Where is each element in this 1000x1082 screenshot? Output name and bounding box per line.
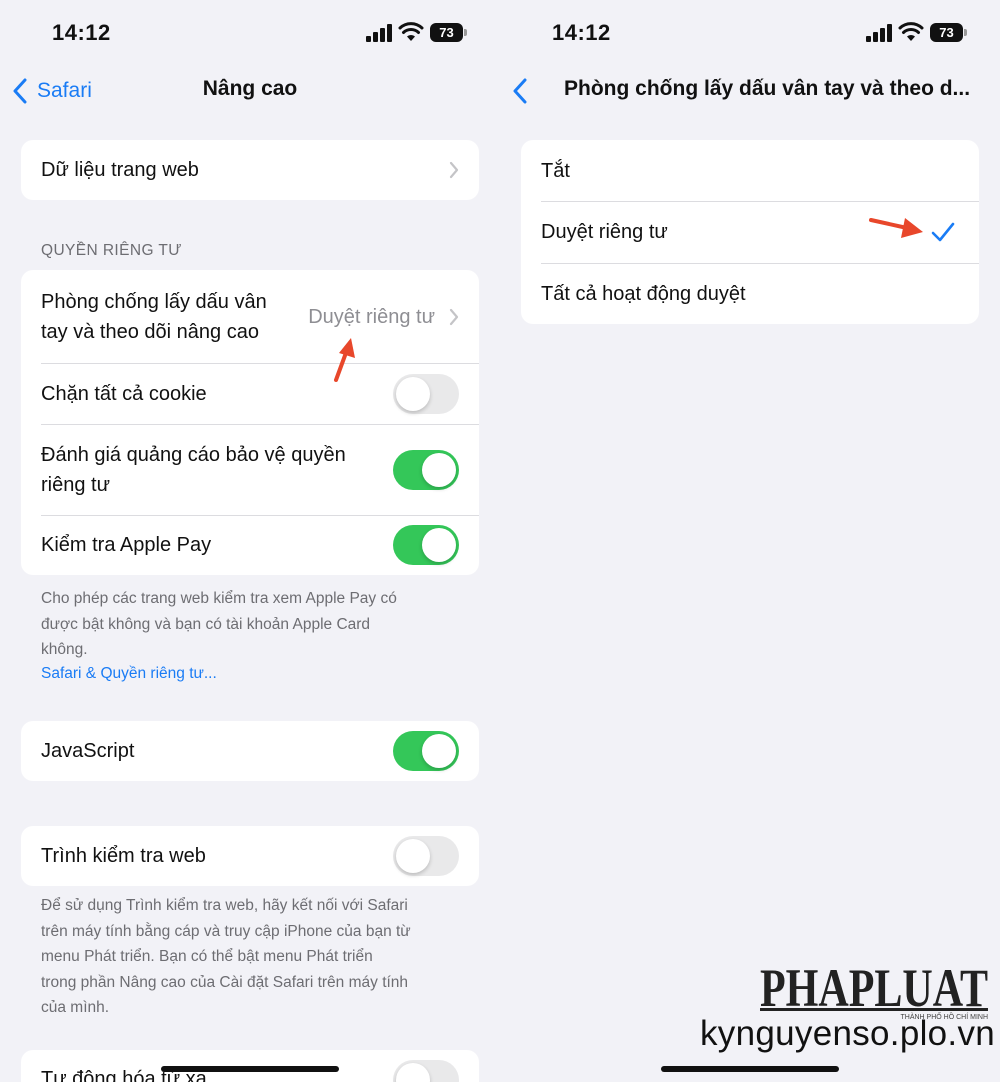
- option-label: Tất cả hoạt động duyệt: [541, 282, 746, 305]
- footer-line: không.: [41, 641, 88, 658]
- apple-pay-check-row: Kiểm tra Apple Pay: [21, 515, 479, 575]
- page-title: Phòng chống lấy dấu vân tay và theo d...: [564, 77, 971, 100]
- footer-line: được bật không và bạn có tài khoản Apple…: [41, 615, 371, 633]
- ad-measurement-label: Đánh giá quảng cáo bảo vệ quyền riêng tư: [41, 440, 346, 500]
- cellular-signal-icon: [866, 24, 892, 42]
- option-label: Tắt: [541, 159, 570, 182]
- block-cookies-row: Chặn tất cả cookie: [21, 363, 479, 424]
- footer-line: Để sử dụng Trình kiểm tra web, hãy kết n…: [41, 897, 408, 914]
- website-data-label: Dữ liệu trang web: [41, 159, 199, 181]
- apple-pay-footer: Cho phép các trang web kiểm tra xem Appl…: [41, 586, 461, 663]
- ad-measurement-row: Đánh giá quảng cáo bảo vệ quyền riêng tư: [21, 424, 479, 515]
- battery-level: 73: [430, 23, 463, 42]
- battery-icon: 73: [430, 23, 468, 42]
- annotation-arrow-icon: [334, 338, 355, 382]
- fingerprint-options-group: Tắt Duyệt riêng tư Tất cả hoạt động duyệ…: [521, 140, 979, 324]
- javascript-toggle[interactable]: [393, 731, 459, 771]
- option-label: Duyệt riêng tư: [541, 221, 668, 243]
- block-cookies-label: Chặn tất cả cookie: [41, 382, 207, 405]
- apple-pay-check-toggle[interactable]: [393, 525, 459, 565]
- status-bar: 14:12 73: [0, 20, 500, 48]
- battery-icon: 73: [930, 23, 968, 42]
- status-time: 14:12: [552, 20, 611, 45]
- javascript-label: JavaScript: [41, 740, 135, 762]
- wifi-icon: [898, 22, 924, 41]
- web-inspector-row: Trình kiểm tra web: [21, 826, 479, 886]
- fingerprint-protection-row[interactable]: Phòng chống lấy dấu vân tay và theo dõi …: [21, 270, 479, 363]
- fingerprint-label-line2: tay và theo dõi nâng cao: [41, 320, 259, 343]
- privacy-group: Phòng chống lấy dấu vân tay và theo dõi …: [21, 270, 479, 575]
- advanced-settings-screen: 14:12 73 Safari Nâng cao Dữ liệu trang w…: [0, 0, 500, 1082]
- back-button[interactable]: [512, 76, 537, 106]
- website-data-row[interactable]: Dữ liệu trang web: [21, 140, 479, 200]
- home-indicator[interactable]: [661, 1066, 839, 1072]
- fingerprint-label-line1: Phòng chống lấy dấu vân: [41, 290, 267, 313]
- footer-line: trên máy tính bằng cáp và truy cập iPhon…: [41, 922, 411, 940]
- wifi-icon: [398, 22, 424, 41]
- web-inspector-group: Trình kiểm tra web: [21, 826, 479, 886]
- web-inspector-toggle[interactable]: [393, 836, 459, 876]
- web-inspector-label: Trình kiểm tra web: [41, 845, 206, 867]
- website-data-group: Dữ liệu trang web: [21, 140, 479, 200]
- javascript-group: JavaScript: [21, 721, 479, 781]
- footer-line: Cho phép các trang web kiểm tra xem Appl…: [41, 590, 397, 607]
- ad-measurement-toggle[interactable]: [393, 449, 459, 490]
- fingerprint-protection-screen: 14:12 73 Phòng chống lấy dấu vân tay và …: [500, 0, 1000, 1082]
- fingerprint-protection-label: Phòng chống lấy dấu vân tay và theo dõi …: [41, 287, 267, 347]
- remote-automation-toggle[interactable]: [393, 1060, 459, 1082]
- ad-measurement-label-line1: Đánh giá quảng cáo bảo vệ quyền: [41, 443, 346, 466]
- web-inspector-footer: Để sử dụng Trình kiểm tra web, hãy kết n…: [41, 893, 461, 1021]
- option-off[interactable]: Tắt: [521, 140, 979, 201]
- option-private-browsing[interactable]: Duyệt riêng tư: [521, 201, 979, 263]
- watermark-url: kynguyenso.plo.vn: [700, 1014, 996, 1053]
- status-bar: 14:12 73: [500, 20, 1000, 48]
- home-indicator[interactable]: [161, 1066, 339, 1072]
- privacy-section-header: QUYỀN RIÊNG TƯ: [41, 242, 182, 259]
- javascript-row: JavaScript: [21, 721, 479, 781]
- battery-level: 73: [930, 23, 963, 42]
- block-cookies-toggle[interactable]: [393, 373, 459, 414]
- safari-privacy-link[interactable]: Safari & Quyền riêng tư...: [41, 665, 217, 683]
- chevron-right-icon: [449, 161, 459, 179]
- chevron-left-icon: [513, 78, 527, 104]
- navigation-bar: Safari Nâng cao: [0, 70, 500, 110]
- option-all-browsing[interactable]: Tất cả hoạt động duyệt: [521, 263, 979, 324]
- page-title: Nâng cao: [202, 77, 298, 100]
- apple-pay-check-label: Kiểm tra Apple Pay: [41, 534, 212, 556]
- footer-line: trong phần Nâng cao của Cài đặt Safari t…: [41, 973, 409, 991]
- footer-line: của mình.: [41, 999, 110, 1016]
- annotation-arrow-icon: [869, 218, 923, 238]
- ad-measurement-label-line2: riêng tư: [41, 473, 110, 496]
- checkmark-icon: [931, 222, 955, 242]
- fingerprint-protection-value: Duyệt riêng tư: [308, 305, 435, 328]
- phapluat-logo: PHAPLUAT THÀNH PHỐ HỒ CHÍ MINH: [760, 958, 988, 1020]
- cellular-signal-icon: [366, 24, 392, 42]
- chevron-right-icon: [449, 308, 459, 325]
- status-time: 14:12: [52, 20, 111, 45]
- footer-line: menu Phát triển. Bạn có thể bật menu Phá…: [41, 948, 373, 965]
- navigation-bar: Phòng chống lấy dấu vân tay và theo d...: [500, 70, 1000, 110]
